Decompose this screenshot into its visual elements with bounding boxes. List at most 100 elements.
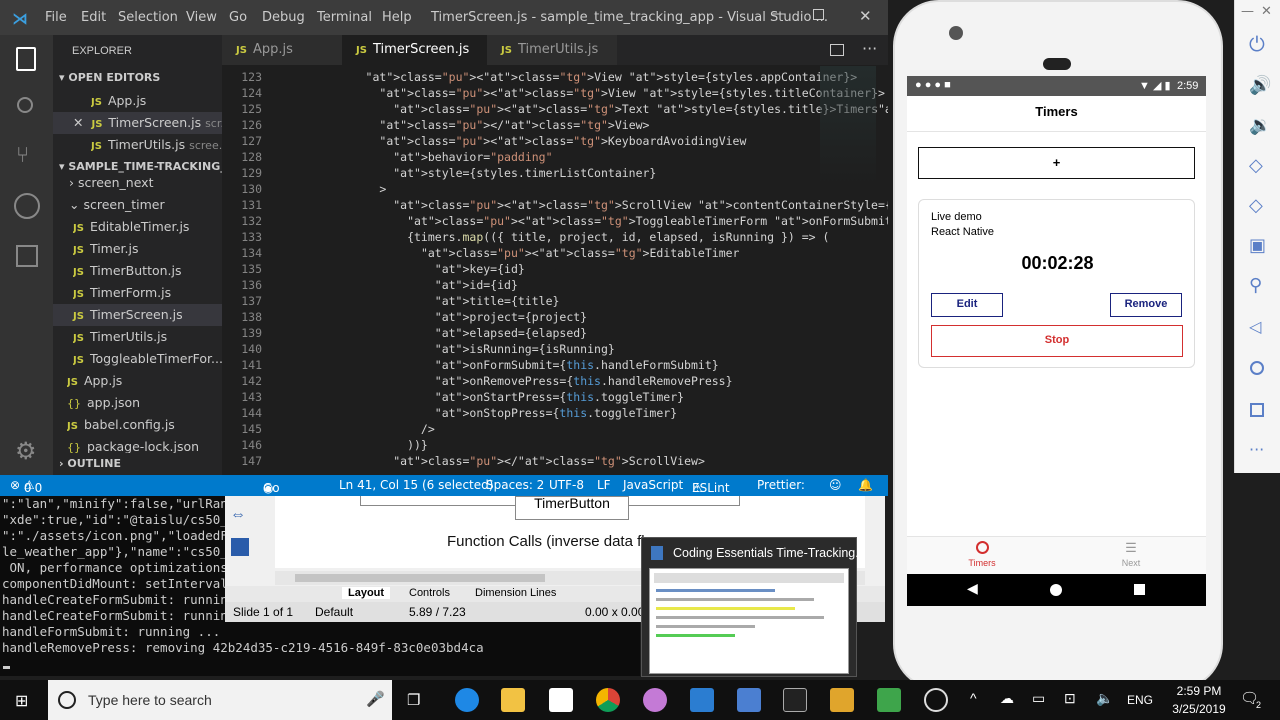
- search-box[interactable]: Type here to search 🎤: [48, 680, 392, 720]
- bell-icon[interactable]: 🔔: [858, 478, 873, 492]
- extensions-icon[interactable]: [16, 245, 38, 267]
- source-control-icon[interactable]: ⑂: [16, 143, 29, 168]
- tab-timers[interactable]: Timers: [962, 541, 1002, 568]
- encoding-status[interactable]: UTF-8: [549, 478, 584, 492]
- minimize-icon[interactable]: —: [772, 6, 786, 22]
- tab-layout[interactable]: Layout: [342, 587, 391, 599]
- timerbutton-box[interactable]: TimerButton: [515, 496, 629, 520]
- arrow-tool-icon[interactable]: ⇔: [230, 506, 246, 524]
- stop-button[interactable]: Stop: [931, 325, 1183, 357]
- search-icon[interactable]: [17, 97, 33, 113]
- emulator-minimize-icon[interactable]: —: [1241, 4, 1254, 19]
- file-item[interactable]: JS TimerButton.js: [73, 260, 222, 282]
- zoom-icon[interactable]: ⚲: [1249, 275, 1262, 296]
- outline-header[interactable]: › OUTLINE: [59, 453, 222, 475]
- file-item[interactable]: JS EditableTimer.js: [73, 216, 222, 238]
- debug-icon[interactable]: [14, 193, 40, 219]
- errors-status[interactable]: ⊗ 0 ⚠ 0: [10, 478, 42, 495]
- indent-status[interactable]: Spaces: 2: [486, 478, 544, 492]
- file-item[interactable]: JS TimerUtils.js: [73, 326, 222, 348]
- home-icon[interactable]: [1050, 584, 1062, 596]
- clock-date[interactable]: 3/25/2019: [1162, 702, 1236, 716]
- android-studio-icon[interactable]: [924, 688, 948, 712]
- power-icon[interactable]: ⏻: [1249, 32, 1265, 56]
- file-item[interactable]: JS babel.config.js: [67, 414, 222, 436]
- volume-down-icon[interactable]: 🔉: [1249, 115, 1271, 136]
- menu-view[interactable]: View: [186, 10, 217, 25]
- menu-debug[interactable]: Debug: [262, 10, 305, 25]
- onedrive-icon[interactable]: ☁: [1000, 690, 1014, 707]
- split-editor-icon[interactable]: [830, 44, 844, 56]
- tab-dimension-lines[interactable]: Dimension Lines: [475, 587, 556, 599]
- document-thumbnail[interactable]: [649, 568, 849, 674]
- folder-item[interactable]: › screen_next: [69, 172, 222, 194]
- mail-icon[interactable]: [549, 688, 573, 712]
- open-editor-item[interactable]: JS App.js: [91, 90, 222, 112]
- file-item[interactable]: {} app.json: [67, 392, 222, 414]
- back-icon[interactable]: ◀: [967, 580, 978, 597]
- file-item[interactable]: JS Timer.js: [73, 238, 222, 260]
- volume-icon[interactable]: 🔈: [1096, 690, 1113, 707]
- file-item[interactable]: JS TimerForm.js: [73, 282, 222, 304]
- explorer-icon[interactable]: [16, 47, 36, 71]
- maximize-icon[interactable]: [813, 9, 824, 20]
- impress-taskbar-icon[interactable]: [830, 688, 854, 712]
- code-editor[interactable]: 123 "at">class="pu"><"at">class="tg">Vie…: [222, 65, 888, 475]
- more-actions-icon[interactable]: ···: [862, 39, 877, 58]
- taskbar-thumbnail-popup[interactable]: Coding Essentials Time-Tracking...: [641, 537, 866, 677]
- cursor-position[interactable]: Ln 41, Col 15 (6 selected): [339, 478, 493, 492]
- terminal-taskbar-icon[interactable]: [783, 688, 807, 712]
- windows-start-icon[interactable]: ⊞: [15, 691, 28, 711]
- file-explorer-icon[interactable]: [501, 688, 525, 712]
- file-item-selected[interactable]: JS TimerScreen.js: [53, 304, 222, 326]
- open-editors-header[interactable]: ▾ OPEN EDITORS: [59, 67, 222, 89]
- screenshot-icon[interactable]: ▣: [1249, 235, 1266, 256]
- language-indicator[interactable]: ENG: [1127, 693, 1153, 707]
- file-item[interactable]: JS App.js: [67, 370, 222, 392]
- prettier-status[interactable]: Prettier:: [757, 478, 805, 492]
- smiley-icon[interactable]: ☺: [829, 478, 842, 492]
- menu-terminal[interactable]: Terminal: [317, 10, 372, 25]
- edit-button[interactable]: Edit: [931, 293, 1003, 317]
- writer-taskbar-icon[interactable]: [737, 688, 761, 712]
- rotate-left-icon[interactable]: ◇: [1249, 155, 1263, 176]
- tab-timerscreen-js[interactable]: JSTimerScreen.js ✕: [342, 35, 487, 88]
- open-editor-item[interactable]: ✕ JS TimerScreen.js scr...: [53, 112, 222, 134]
- file-item[interactable]: JS ToggleableTimerFor...: [73, 348, 222, 370]
- tab-controls[interactable]: Controls: [409, 587, 450, 599]
- vscode-taskbar-icon[interactable]: [690, 688, 714, 712]
- terminal-bottom[interactable]: handleFormSubmit: running ... handleRemo…: [0, 622, 640, 676]
- menu-edit[interactable]: Edit: [81, 10, 106, 25]
- network-icon[interactable]: ⊡: [1064, 690, 1076, 707]
- overview-button-icon[interactable]: [1250, 403, 1264, 417]
- tab-app-js[interactable]: JS App.js: [222, 35, 342, 65]
- minimap[interactable]: [820, 66, 876, 186]
- chrome-icon[interactable]: [596, 688, 620, 712]
- open-editor-item[interactable]: JS TimerUtils.js scree...: [91, 134, 222, 156]
- tab-timerutils-js[interactable]: JS TimerUtils.js: [487, 35, 617, 65]
- menu-file[interactable]: File: [45, 10, 67, 25]
- edge-icon[interactable]: [455, 688, 479, 712]
- more-icon[interactable]: ···: [1249, 440, 1264, 459]
- paint-icon[interactable]: [643, 688, 667, 712]
- volume-up-icon[interactable]: 🔊: [1249, 75, 1271, 96]
- folder-item[interactable]: ⌄ screen_timer: [69, 194, 222, 216]
- tab-next[interactable]: ☰ Next: [1111, 541, 1151, 569]
- scroll-thumb[interactable]: [295, 574, 545, 582]
- battery-icon[interactable]: ▭: [1032, 690, 1045, 707]
- back-button-icon[interactable]: ◁: [1249, 317, 1261, 336]
- home-button-icon[interactable]: [1250, 361, 1264, 375]
- settings-gear-icon[interactable]: ⚙: [15, 437, 37, 465]
- language-status[interactable]: JavaScript: [623, 478, 683, 492]
- clock-time[interactable]: 2:59 PM: [1169, 684, 1229, 698]
- eol-status[interactable]: LF: [597, 478, 611, 492]
- emulator-close-icon[interactable]: ✕: [1261, 4, 1272, 19]
- microphone-icon[interactable]: 🎤: [366, 690, 385, 708]
- remove-button[interactable]: Remove: [1110, 293, 1182, 317]
- menu-selection[interactable]: Selection: [118, 10, 178, 25]
- menu-help[interactable]: Help: [382, 10, 412, 25]
- add-timer-button[interactable]: +: [918, 147, 1195, 179]
- tray-chevron-icon[interactable]: ^: [970, 690, 977, 706]
- close-editor-icon[interactable]: ✕: [73, 115, 83, 130]
- close-icon[interactable]: ✕: [859, 7, 872, 25]
